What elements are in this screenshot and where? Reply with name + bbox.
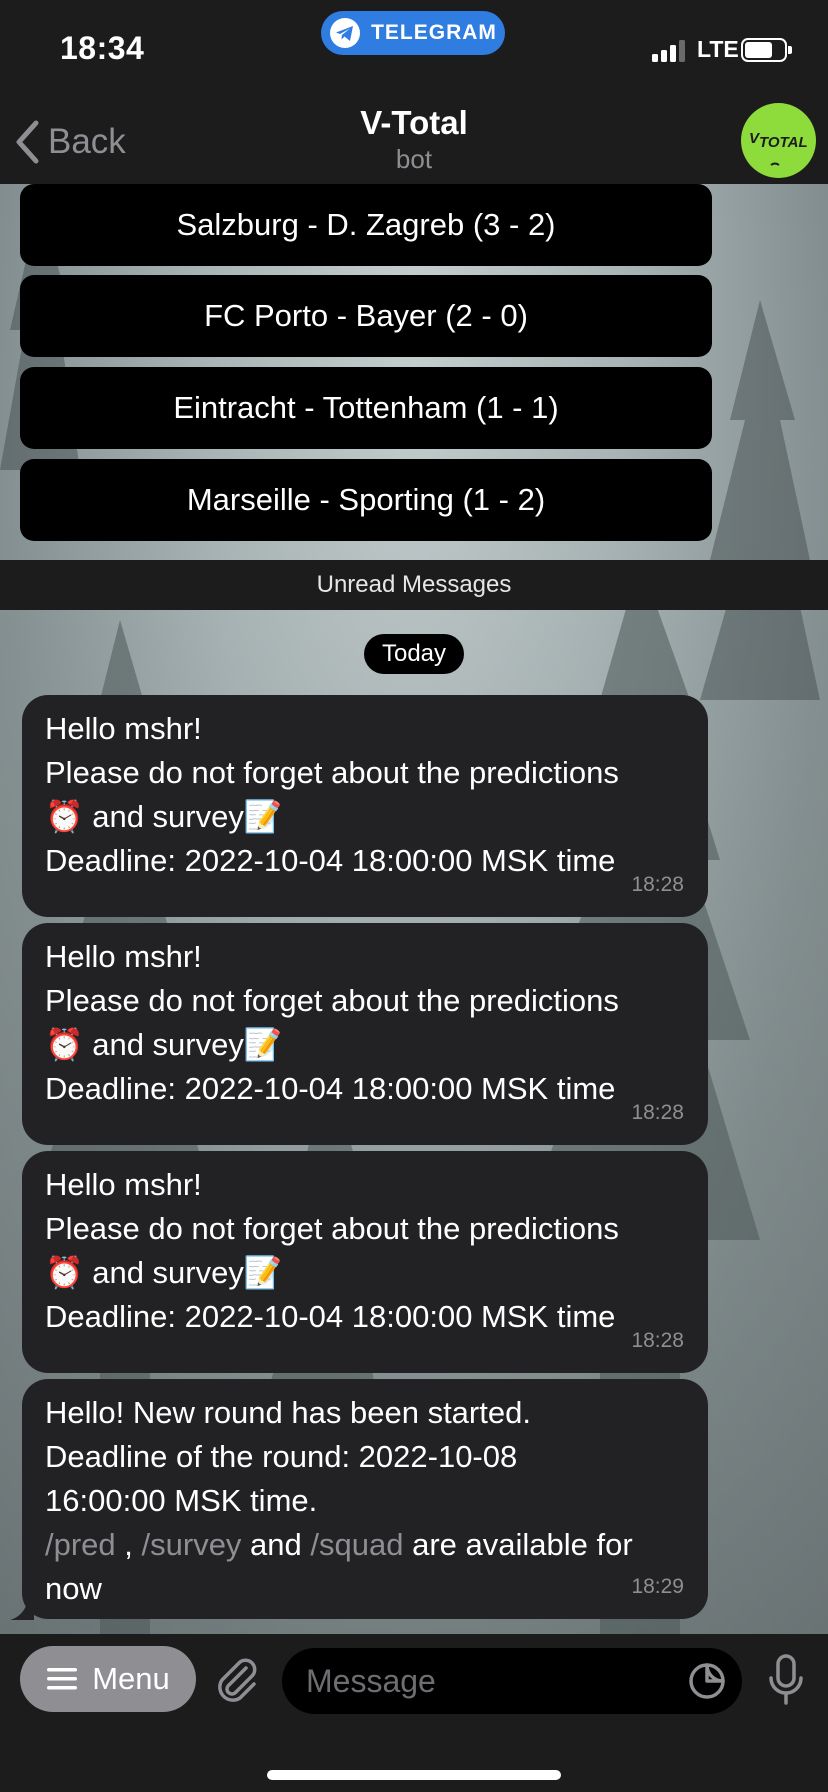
navigation-header: 18:34 TELEGRAM LTE Back V-Total bot V TO… bbox=[0, 0, 828, 184]
message-survey-line: ⏰ and survey📝 bbox=[45, 795, 684, 839]
home-indicator[interactable] bbox=[267, 1770, 561, 1780]
vtotal-logo: V TOTAL bbox=[749, 130, 808, 166]
round-deadline-time: 16:00:00 MSK time. bbox=[45, 1483, 318, 1518]
chat-title[interactable]: V-Total bbox=[0, 104, 828, 142]
date-label: Today bbox=[381, 640, 447, 667]
chat-screen: 18:34 TELEGRAM LTE Back V-Total bot V TO… bbox=[0, 0, 828, 1792]
bot-avatar[interactable]: V TOTAL bbox=[741, 103, 816, 178]
commands-sep: , bbox=[115, 1527, 142, 1562]
battery-icon bbox=[741, 38, 792, 62]
message-deadline: Deadline: 2022-10-04 18:00:00 MSK time bbox=[45, 1299, 616, 1334]
survey-text: and survey bbox=[83, 1027, 244, 1062]
alarm-clock-icon: ⏰ bbox=[45, 799, 84, 834]
alarm-clock-icon: ⏰ bbox=[45, 1255, 84, 1290]
svg-text:TOTAL: TOTAL bbox=[759, 134, 808, 151]
message-reminder: Please do not forget about the predictio… bbox=[45, 755, 619, 790]
menu-label: Menu bbox=[92, 1661, 170, 1696]
status-time: 18:34 bbox=[60, 30, 145, 66]
message-placeholder: Message bbox=[306, 1662, 436, 1699]
message-deadline: Deadline: 2022-10-04 18:00:00 MSK time bbox=[45, 1071, 616, 1106]
message-time: 18:29 bbox=[631, 1575, 684, 1598]
survey-command-link[interactable]: /survey bbox=[142, 1527, 242, 1562]
alarm-clock-icon: ⏰ bbox=[45, 1027, 84, 1062]
menu-icon bbox=[47, 1668, 78, 1690]
message-deadline: Deadline: 2022-10-04 18:00:00 MSK time bbox=[45, 843, 616, 878]
date-separator: Today bbox=[364, 634, 464, 674]
match-button-4[interactable]: Marseille - Sporting (1 - 2) bbox=[20, 459, 712, 541]
network-type: LTE bbox=[697, 36, 739, 62]
unread-label: Unread Messages bbox=[316, 571, 512, 598]
message-bubble[interactable]: Hello mshr! Please do not forget about t… bbox=[22, 695, 708, 917]
message-greeting: Hello mshr! bbox=[45, 939, 202, 974]
unread-messages-divider: Unread Messages bbox=[0, 560, 828, 610]
survey-text: and survey bbox=[83, 1255, 244, 1290]
telegram-icon bbox=[330, 18, 361, 48]
message-greeting: Hello mshr! bbox=[45, 1167, 202, 1202]
message-input[interactable]: Message bbox=[282, 1648, 742, 1714]
message-time: 18:28 bbox=[631, 1329, 684, 1352]
match-button-1[interactable]: Salzburg - D. Zagreb (3 - 2) bbox=[20, 184, 712, 266]
squad-command-link[interactable]: /squad bbox=[310, 1527, 403, 1562]
message-bubble[interactable]: Hello mshr! Please do not forget about t… bbox=[22, 923, 708, 1145]
message-survey-line: ⏰ and survey📝 bbox=[45, 1251, 684, 1295]
message-reminder: Please do not forget about the predictio… bbox=[45, 1211, 619, 1246]
cellular-signal-icon bbox=[652, 40, 685, 62]
microphone-icon[interactable] bbox=[766, 1654, 806, 1706]
message-time: 18:28 bbox=[631, 873, 684, 896]
match-button-3[interactable]: Eintracht - Tottenham (1 - 1) bbox=[20, 367, 712, 449]
bubble-tail bbox=[10, 1600, 34, 1620]
memo-icon: 📝 bbox=[243, 1255, 283, 1290]
message-greeting: Hello mshr! bbox=[45, 711, 202, 746]
paperclip-icon[interactable] bbox=[212, 1654, 262, 1704]
sticker-icon[interactable] bbox=[688, 1662, 726, 1700]
match-button-2[interactable]: FC Porto - Bayer (2 - 0) bbox=[20, 275, 712, 357]
telegram-pill[interactable]: TELEGRAM bbox=[321, 11, 505, 55]
chat-subtitle: bot bbox=[395, 144, 433, 174]
commands-and: and bbox=[241, 1527, 311, 1562]
commands-line: /pred , /survey and /squad are available… bbox=[45, 1523, 645, 1611]
message-time: 18:28 bbox=[631, 1101, 684, 1124]
new-round-line: Hello! New round has been started. bbox=[45, 1395, 531, 1430]
telegram-pill-label: TELEGRAM bbox=[371, 21, 497, 44]
bot-menu-button[interactable]: Menu bbox=[20, 1646, 196, 1712]
message-bubble-last[interactable]: Hello! New round has been started. Deadl… bbox=[22, 1379, 708, 1619]
memo-icon: 📝 bbox=[243, 1027, 283, 1062]
message-bubble[interactable]: Hello mshr! Please do not forget about t… bbox=[22, 1151, 708, 1373]
message-survey-line: ⏰ and survey📝 bbox=[45, 1023, 684, 1067]
pred-command-link[interactable]: /pred bbox=[45, 1527, 116, 1562]
message-reminder: Please do not forget about the predictio… bbox=[45, 983, 619, 1018]
memo-icon: 📝 bbox=[243, 799, 283, 834]
survey-text: and survey bbox=[83, 799, 244, 834]
composer-bar: Menu Message bbox=[0, 1634, 828, 1792]
round-deadline-line: Deadline of the round: 2022-10-08 bbox=[45, 1439, 518, 1474]
